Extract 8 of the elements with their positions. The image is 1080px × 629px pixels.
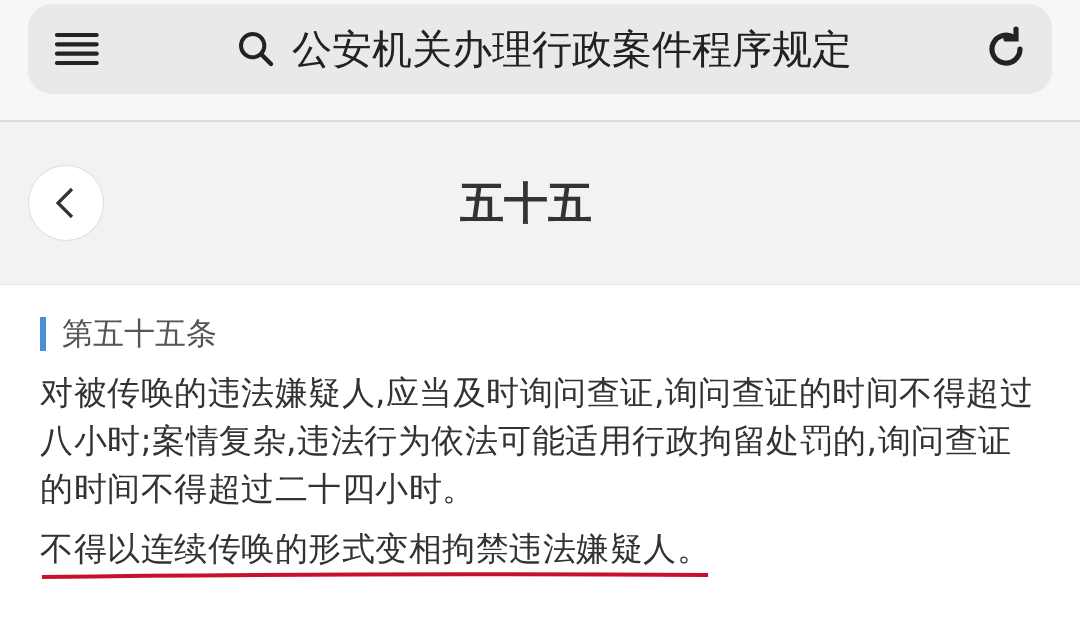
page-title: 五十五	[459, 175, 593, 230]
search-query: 公安机关办理行政案件程序规定	[292, 24, 852, 74]
accent-bar	[40, 317, 46, 351]
search-icon[interactable]	[236, 29, 276, 69]
article-paragraph: 对被传唤的违法嫌疑人,应当及时询问查证,询问查证的时间不得超过八小时;案情复杂,违法行为依法可能适用行政拘留处罚的,询问查证的时间不得超过二十四小时。	[40, 373, 1034, 508]
search-bar[interactable]: 公安机关办理行政案件程序规定	[28, 4, 1052, 94]
article-heading: 第五十五条	[62, 314, 217, 353]
article-paragraph: 不得以连续传唤的形式变相拘禁违法嫌疑人。	[40, 525, 710, 573]
